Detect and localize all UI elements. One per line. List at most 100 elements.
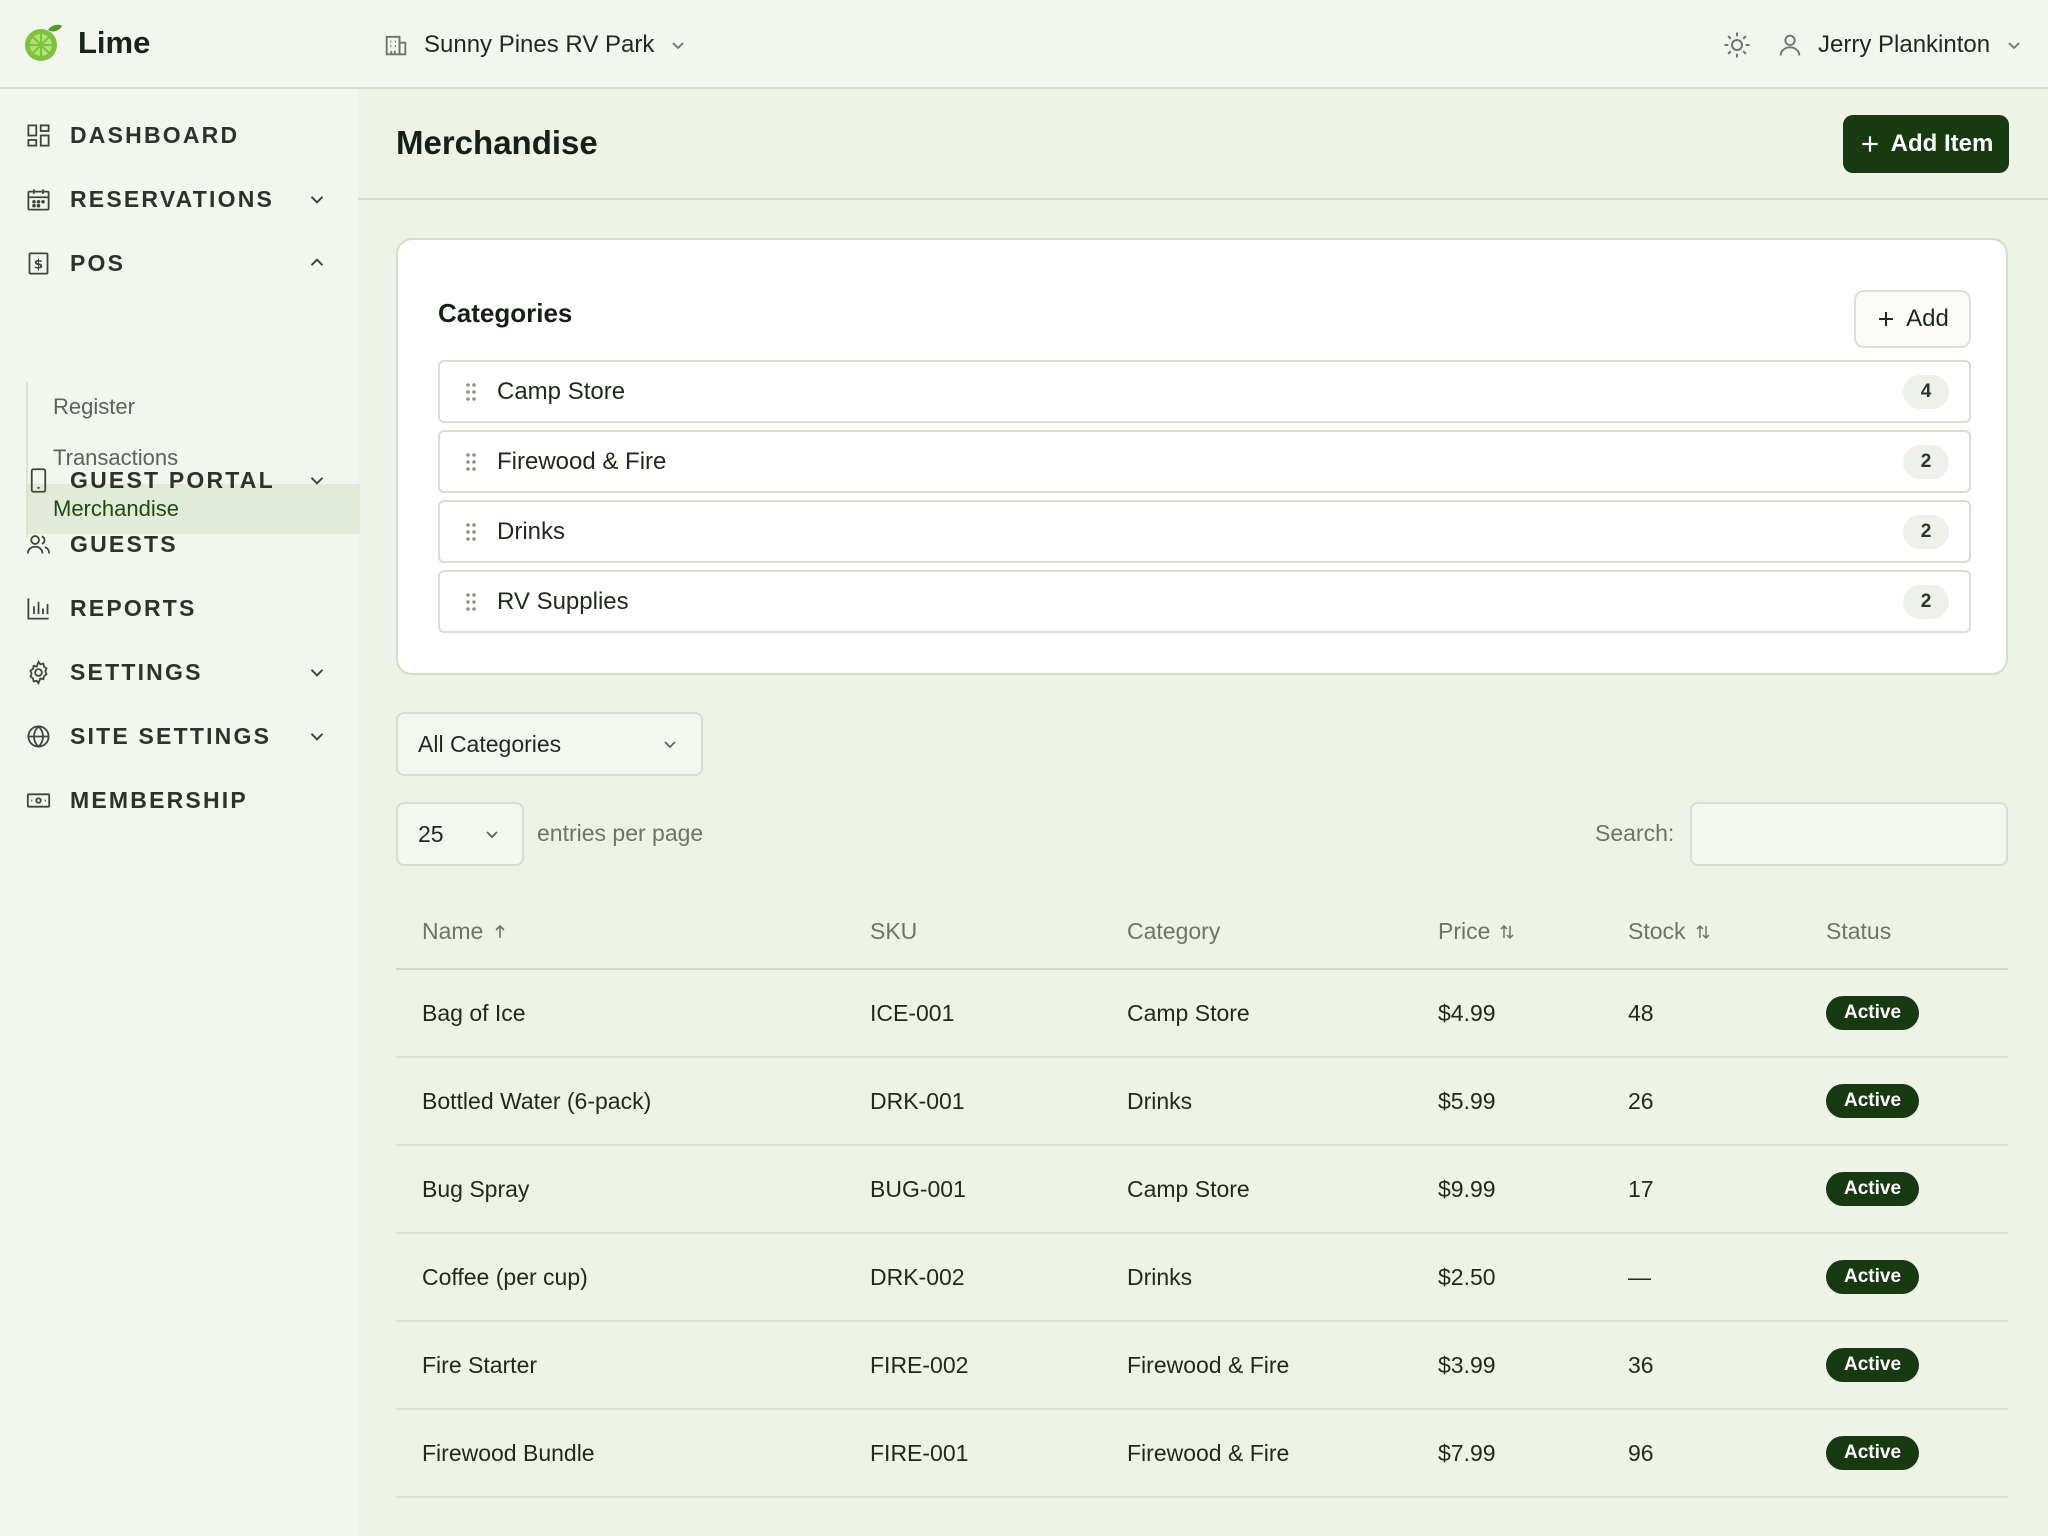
column-header-category[interactable]: Category: [1127, 918, 1220, 945]
add-item-label: Add Item: [1890, 130, 1994, 157]
status-badge: Active: [1826, 1436, 1920, 1470]
category-count-badge: 2: [1903, 584, 1949, 619]
chevron-down-icon: [672, 42, 684, 50]
sidebar-item-settings[interactable]: SETTINGS: [0, 648, 358, 696]
lime-logo-icon: [25, 24, 62, 61]
gear-icon: [29, 659, 48, 685]
building-icon: [385, 35, 407, 56]
brand[interactable]: Lime: [22, 22, 150, 64]
category-name: RV Supplies: [497, 587, 629, 615]
park-selector[interactable]: Sunny Pines RV Park: [382, 26, 688, 64]
page-title: Merchandise: [396, 124, 598, 161]
tablet-icon: [30, 467, 47, 493]
sidebar-item-membership[interactable]: MEMBERSHIP: [0, 776, 358, 824]
calendar-icon: [27, 188, 50, 211]
column-header-price[interactable]: Price: [1438, 918, 1516, 945]
sidebar-item-site-settings[interactable]: SITE SETTINGS: [0, 712, 358, 760]
column-header-status[interactable]: Status: [1826, 918, 1891, 945]
cell-status: Active: [1826, 1322, 1920, 1408]
status-badge: Active: [1826, 1260, 1920, 1294]
cell-price: $4.99: [1438, 999, 1496, 1026]
category-filter-select[interactable]: All Categories: [396, 712, 703, 776]
column-header-name[interactable]: Name: [422, 918, 509, 945]
add-category-button[interactable]: Add: [1854, 290, 1971, 348]
categories-card: Categories Add Camp Store 4 Firewood & F…: [396, 238, 2008, 675]
table-row[interactable]: Bag of Ice ICE-001 Camp Store $4.99 48 A…: [396, 970, 2008, 1058]
search-label: Search:: [1595, 820, 1675, 846]
cell-sku: DRK-002: [870, 1263, 965, 1290]
cell-stock: —: [1628, 1263, 1651, 1290]
user-menu[interactable]: Jerry Plankinton: [1776, 26, 2024, 64]
sidebar-subitem-register[interactable]: Register: [28, 382, 360, 432]
svg-text:$: $: [34, 256, 43, 272]
category-row[interactable]: RV Supplies 2: [438, 570, 1971, 633]
sidebar-item-guests[interactable]: GUESTS: [0, 520, 358, 568]
cell-name: Bottled Water (6-pack): [422, 1087, 652, 1114]
drag-handle-icon[interactable]: [464, 591, 478, 613]
column-header-sku[interactable]: SKU: [870, 918, 917, 945]
cell-name: Fire Starter: [422, 1351, 538, 1378]
column-header-label: Category: [1127, 918, 1221, 944]
table-header: Name SKU Category Price Stock Status: [396, 898, 2008, 970]
chevron-down-icon: [310, 196, 324, 204]
cell-price: $2.50: [1438, 1263, 1496, 1290]
merchandise-table: Name SKU Category Price Stock Status Bag…: [396, 898, 2008, 1498]
sun-icon[interactable]: [1722, 30, 1752, 60]
status-badge: Active: [1826, 1084, 1920, 1118]
sidebar-item-guest-portal[interactable]: GUEST PORTAL: [0, 456, 358, 504]
drag-handle-icon[interactable]: [464, 451, 478, 473]
table-row[interactable]: Firewood Bundle FIRE-001 Firewood & Fire…: [396, 1410, 2008, 1498]
cell-price: $3.99: [1438, 1351, 1496, 1378]
sidebar-item-reservations[interactable]: RESERVATIONS: [0, 175, 358, 223]
status-badge: Active: [1826, 996, 1920, 1030]
sidebar-item-label: DASHBOARD: [70, 121, 240, 148]
table-row[interactable]: Bottled Water (6-pack) DRK-001 Drinks $5…: [396, 1058, 2008, 1146]
status-badge: Active: [1826, 1172, 1920, 1206]
category-row[interactable]: Firewood & Fire 2: [438, 430, 1971, 493]
sidebar-subitem-label: Register: [53, 394, 135, 419]
cell-status: Active: [1826, 1234, 1920, 1320]
cell-sku: ICE-001: [870, 999, 955, 1026]
table-row[interactable]: Coffee (per cup) DRK-002 Drinks $2.50 — …: [396, 1234, 2008, 1322]
sidebar-item-pos[interactable]: $ POS: [0, 239, 358, 287]
column-header-label: SKU: [870, 918, 918, 944]
cell-name: Coffee (per cup): [422, 1263, 588, 1290]
page-header: Merchandise Add Item: [358, 89, 2048, 200]
cell-status: Active: [1826, 970, 1920, 1056]
category-name: Firewood & Fire: [497, 447, 667, 475]
cell-stock: 96: [1628, 1439, 1654, 1466]
sidebar-item-dashboard[interactable]: DASHBOARD: [0, 111, 358, 159]
search-input[interactable]: [1690, 802, 2008, 866]
chevron-down-icon: [310, 669, 324, 677]
cell-stock: 36: [1628, 1351, 1654, 1378]
membership-card-icon: [26, 792, 51, 808]
add-category-label: Add: [1906, 305, 1949, 332]
column-header-stock[interactable]: Stock: [1628, 918, 1712, 945]
user-icon: [1779, 34, 1801, 56]
cell-sku: BUG-001: [870, 1175, 966, 1202]
sidebar-item-reports[interactable]: REPORTS: [0, 584, 358, 632]
status-badge: Active: [1826, 1348, 1920, 1382]
table-row[interactable]: Bug Spray BUG-001 Camp Store $9.99 17 Ac…: [396, 1146, 2008, 1234]
cell-stock: 48: [1628, 999, 1654, 1026]
cell-category: Firewood & Fire: [1127, 1351, 1290, 1378]
category-name: Drinks: [497, 517, 566, 545]
category-row[interactable]: Drinks 2: [438, 500, 1971, 563]
pos-receipt-icon: $: [28, 251, 49, 275]
drag-handle-icon[interactable]: [464, 381, 478, 403]
cell-sku: FIRE-001: [870, 1439, 969, 1466]
sidebar-item-label: MEMBERSHIP: [70, 786, 248, 813]
cell-stock: 26: [1628, 1087, 1654, 1114]
cell-status: Active: [1826, 1058, 1920, 1144]
app-root: Lime Sunny Pines RV Park Jerry Plankinto: [0, 0, 2048, 1536]
column-header-label: Name: [422, 918, 484, 944]
entries-per-page-select[interactable]: 25: [396, 802, 524, 866]
category-filter-value: All Categories: [418, 730, 562, 757]
bar-chart-icon: [27, 597, 49, 620]
category-row[interactable]: Camp Store 4: [438, 360, 1971, 423]
table-row[interactable]: Fire Starter FIRE-002 Firewood & Fire $3…: [396, 1322, 2008, 1410]
add-item-button[interactable]: Add Item: [1843, 115, 2009, 173]
sidebar-item-label: SITE SETTINGS: [70, 722, 272, 749]
drag-handle-icon[interactable]: [464, 521, 478, 543]
user-name: Jerry Plankinton: [1818, 31, 1991, 58]
